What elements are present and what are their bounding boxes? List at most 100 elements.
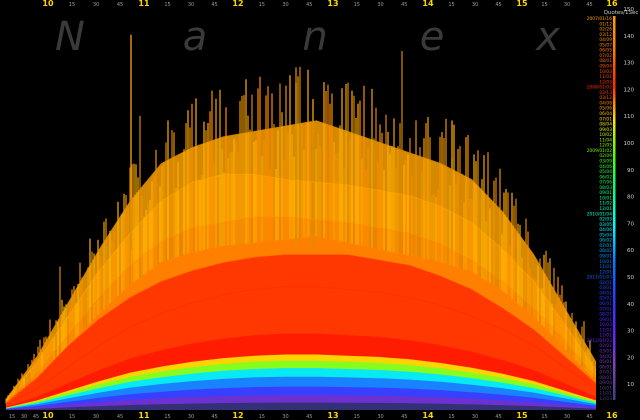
y-tick-label: 40	[627, 302, 634, 308]
y-tick-label: 10	[627, 382, 634, 388]
legend-date-label: 04/06	[599, 227, 612, 233]
legend-date-label: 05/07	[599, 42, 612, 48]
y-tick-label: 120	[624, 87, 635, 93]
y-tick-label: 30	[627, 329, 634, 335]
watermark-letter: x	[534, 14, 560, 60]
legend-date-label: 2012/01/03	[587, 338, 613, 344]
x-minute-label-bottom: 30	[21, 414, 27, 420]
x-hour-label-top: 15	[516, 0, 528, 8]
legend-date-label: 03/12	[599, 95, 612, 101]
x-minute-label-bottom: 15	[259, 414, 265, 420]
legend-date-label: 09/01	[599, 190, 612, 196]
watermark-letter: e	[420, 14, 445, 60]
legend-date-label: 09/04	[599, 380, 612, 386]
legend-date-label: 05/02	[599, 296, 612, 302]
legend-date-label: 02/09	[599, 153, 612, 159]
legend-date-label: 06/01	[599, 364, 612, 370]
x-minute-label-top: 15	[354, 2, 360, 8]
x-minute-label-top: 30	[472, 2, 478, 8]
legend-date-label: 06/02	[599, 174, 612, 180]
watermark-letter: n	[302, 14, 327, 60]
x-hour-label-bottom: 12	[232, 411, 243, 420]
x-minute-label-top: 15	[448, 2, 454, 8]
legend-date-label: 10/01	[599, 259, 612, 265]
y-tick-label: 100	[624, 141, 635, 147]
x-minute-label-top: 30	[282, 2, 288, 8]
quote-volume-chart: Na n e x 10 10 11 11 12 12 13 13 14 14 15 15 16 16 15 15 30…	[0, 0, 640, 420]
legend-date-label: 05/06	[599, 106, 612, 112]
y-tick-label: 50	[627, 275, 634, 281]
legend-date-label: 09/01	[599, 317, 612, 323]
x-hour-label-top: 12	[232, 0, 243, 8]
x-minute-label-bottom: 15	[541, 414, 547, 420]
x-hour-label-top: 13	[327, 0, 338, 8]
x-hour-label-top: 11	[138, 0, 150, 8]
x-hour-label-top: 10	[42, 0, 54, 8]
x-hour-label-bottom: 15	[516, 411, 528, 420]
x-minute-label-top: 45	[401, 2, 407, 8]
y-tick-label: 110	[624, 114, 635, 120]
legend-date-label: 12/05	[599, 143, 612, 149]
x-hour-label-bottom: 13	[327, 411, 338, 420]
x-minute-label-bottom: 45	[495, 414, 501, 420]
legend-date-label: 09/01	[599, 254, 612, 260]
legend-date-label: 10/01	[599, 195, 612, 201]
legend-date-label: 02/13	[599, 90, 612, 96]
x-minute-label-top: 45	[117, 2, 123, 8]
x-hour-label-bottom: 14	[422, 411, 434, 420]
y-tick-label: 140	[624, 34, 635, 40]
legend-date-label: 10/02	[599, 132, 612, 138]
x-minute-label-top: 30	[93, 2, 99, 8]
legend-date-label: 08/02	[599, 248, 612, 254]
legend-date-label: 2007/01/16	[587, 16, 613, 22]
legend-date-label: 03/01	[599, 285, 612, 291]
x-hour-label-bottom: 10	[42, 411, 54, 420]
legend-date-label: 03/01	[599, 349, 612, 355]
legend-date-label: 11/01	[599, 74, 612, 80]
legend-date-label: 11/01	[599, 264, 612, 270]
y-tick-label: 70	[627, 221, 634, 227]
legend-date-label: 08/03	[599, 185, 612, 191]
legend-date-label: 12/01	[599, 333, 612, 339]
x-minute-label-bottom: 30	[377, 414, 383, 420]
legend-date-label: 10/03	[599, 322, 612, 328]
legend-date-label: 11/04	[599, 137, 612, 143]
x-minute-label-top: 45	[211, 2, 217, 8]
legend-date-label: 04/08	[599, 100, 612, 106]
legend-date-label: 07/02	[599, 53, 612, 59]
x-minute-label-top: 15	[259, 2, 265, 8]
legend-date-label: 07/01	[599, 243, 612, 249]
legend-date-label: 11/02	[599, 201, 612, 207]
legend-date-label: 2011/01/03	[587, 275, 613, 281]
legend-date-label: 11/01	[599, 327, 612, 333]
x-minute-label-bottom: 45	[211, 414, 217, 420]
legend-date-label: 12/01	[599, 269, 612, 275]
x-minute-label-bottom: 15	[9, 414, 15, 420]
legend-date-label: 02/01	[599, 280, 612, 286]
y-tick-label: 60	[627, 248, 634, 254]
x-minute-label-top: 30	[564, 2, 570, 8]
x-minute-label-bottom: 45	[586, 414, 592, 420]
legend-date-label: 04/06	[599, 164, 612, 170]
legend-date-label: 09/04	[599, 64, 612, 70]
legend-date-label: 01/12	[599, 21, 612, 27]
legend-date-label: 11/01	[599, 391, 612, 397]
legend-date-label: 03/05	[599, 222, 612, 228]
legend-date-label: 04/09	[599, 37, 612, 43]
legend-date-label: 08/04	[599, 122, 612, 128]
y-tick-label: 90	[627, 168, 634, 174]
legend-date-label: 07/01	[599, 116, 612, 122]
legend-date-label: 02/26	[599, 27, 612, 33]
legend-date-label: 02/01	[599, 343, 612, 349]
legend-date-label: 04/01	[599, 290, 612, 296]
legend-date-label: 07/02	[599, 370, 612, 376]
x-hour-label-bottom: 16	[606, 411, 618, 420]
x-minute-label-top: 15	[69, 2, 75, 8]
legend-date-label: 05/04	[599, 232, 612, 238]
legend-date-label: 2009/01/02	[587, 148, 613, 154]
legend-date-label: 06/05	[599, 48, 612, 54]
legend-date-label: 08/01	[599, 375, 612, 381]
legend-date-label: 09/03	[599, 127, 612, 133]
legend-date-label: 02/03	[599, 217, 612, 223]
x-minute-label-bottom: 30	[564, 414, 570, 420]
